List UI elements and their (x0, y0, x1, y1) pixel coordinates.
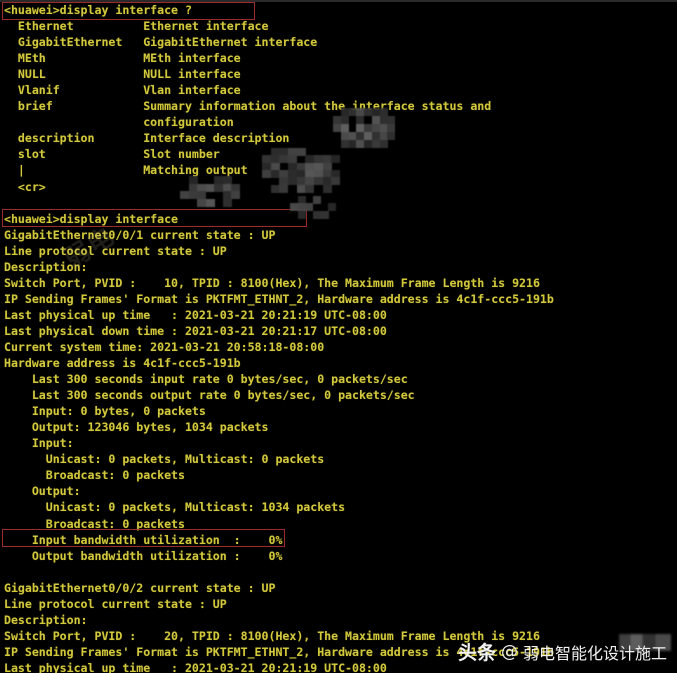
terminal-line: IP Sending Frames' Format is PKTFMT_ETHN… (4, 644, 554, 659)
terminal-line: IP Sending Frames' Format is PKTFMT_ETHN… (4, 291, 554, 306)
terminal-line: Broadcast: 0 packets (4, 516, 185, 531)
terminal-line: Input: (4, 436, 74, 451)
terminal-line: Input: 0 bytes, 0 packets (4, 404, 206, 419)
terminal-line: Output: 123046 bytes, 1034 packets (4, 420, 269, 435)
terminal-line: slot Slot number (4, 147, 220, 162)
terminal-line: Line protocol current state : UP (4, 596, 227, 611)
terminal-line: Last 300 seconds input rate 0 bytes/sec,… (4, 372, 408, 387)
terminal-line: Description: (4, 259, 88, 274)
terminal-line: GigabitEthernet0/0/2 current state : UP (4, 580, 276, 595)
terminal-output[interactable]: <huawei>display interface ? Ethernet Eth… (0, 2, 677, 673)
terminal-line: Hardware address is 4c1f-ccc5-191b (4, 356, 241, 371)
terminal-line: Broadcast: 0 packets (4, 468, 185, 483)
terminal-line: Switch Port, PVID : 20, TPID : 8100(Hex)… (4, 628, 540, 643)
terminal-line: configuration (4, 115, 234, 130)
terminal-line: MEth MEth interface (4, 51, 241, 66)
terminal-line: GigabitEthernet GigabitEthernet interfac… (4, 35, 318, 50)
terminal-line: Description: (4, 612, 88, 627)
terminal-line: Current system time: 2021-03-21 20:58:18… (4, 339, 325, 354)
terminal-line: Output: (4, 484, 81, 499)
terminal-line: Last 300 seconds output rate 0 bytes/sec… (4, 388, 415, 403)
terminal-line: Last physical up time : 2021-03-21 20:21… (4, 660, 387, 673)
terminal-line: Last physical up time : 2021-03-21 20:21… (4, 307, 387, 322)
terminal-line: Unicast: 0 packets, Multicast: 1034 pack… (4, 500, 346, 515)
terminal-line: brief Summary information about the inte… (4, 99, 492, 114)
terminal-line: Unicast: 0 packets, Multicast: 0 packets (4, 452, 325, 467)
terminal-line: Vlanif Vlan interface (4, 83, 241, 98)
terminal-window: <huawei>display interface ? Ethernet Eth… (0, 0, 677, 673)
terminal-line: Input bandwidth utilization : 0% (4, 532, 283, 547)
terminal-line: | Matching output (4, 163, 248, 178)
terminal-line: Switch Port, PVID : 10, TPID : 8100(Hex)… (4, 275, 540, 290)
terminal-line: GigabitEthernet0/0/1 current state : UP (4, 227, 276, 242)
terminal-line: Output bandwidth utilization : 0% (4, 548, 283, 563)
terminal-line: Line protocol current state : UP (4, 243, 227, 258)
terminal-line: Last physical down time : 2021-03-21 20:… (4, 323, 387, 338)
watermark-blur-patch (619, 634, 671, 651)
terminal-line: description Interface description (4, 131, 290, 146)
terminal-line: Ethernet Ethernet interface (4, 19, 269, 34)
terminal-line: <huawei>display interface ? (4, 3, 192, 17)
terminal-line: <cr> (4, 179, 46, 194)
terminal-line: <huawei>display interface (4, 211, 179, 226)
terminal-line: NULL NULL interface (4, 67, 241, 82)
